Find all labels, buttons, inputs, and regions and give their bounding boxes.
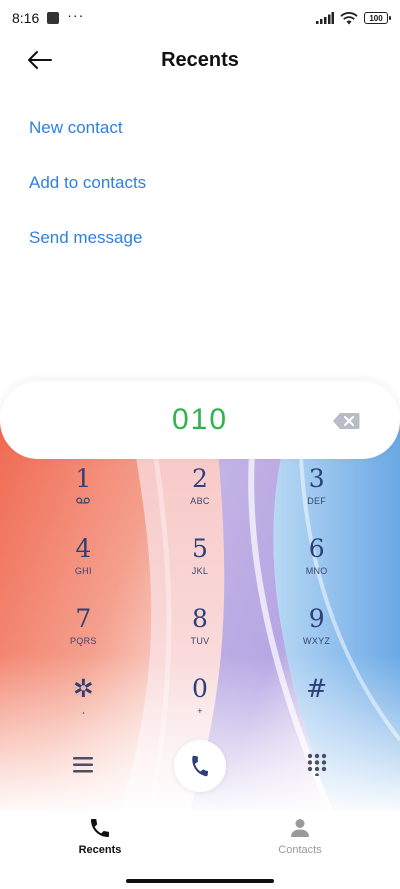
key-digit: 6 — [308, 534, 325, 563]
key-letters: PQRS — [69, 636, 97, 646]
backspace-button[interactable] — [332, 412, 360, 430]
key-7[interactable]: 7 PQRS — [25, 605, 142, 675]
key-6[interactable]: 6 MNO — [258, 535, 375, 605]
dialpad-icon — [307, 753, 327, 777]
number-display: 010 — [0, 381, 400, 459]
wifi-icon — [340, 11, 358, 24]
key-digit: 1 — [75, 464, 92, 493]
tab-label: Recents — [78, 844, 122, 856]
key-digit: # — [306, 674, 328, 703]
key-letters: DEF — [307, 496, 327, 506]
tab-contacts[interactable]: Contacts — [200, 810, 400, 870]
hamburger-icon — [73, 757, 93, 773]
key-digit: 2 — [192, 464, 208, 493]
key-5[interactable]: 5 JKL — [142, 535, 259, 605]
key-8[interactable]: 8 TUV — [142, 605, 259, 675]
key-digit: 4 — [75, 534, 92, 563]
keypad-toggle-button[interactable] — [305, 752, 329, 777]
dialer-controls — [0, 740, 400, 792]
key-letters: ، — [81, 706, 85, 716]
add-to-contacts-link[interactable]: Add to contacts — [29, 165, 146, 220]
call-button[interactable] — [174, 740, 226, 792]
person-icon — [291, 819, 309, 837]
send-message-link[interactable]: Send message — [29, 220, 146, 275]
status-bar: 8:16 ··· 100 — [0, 0, 400, 36]
dialed-number: 010 — [171, 403, 229, 436]
key-3[interactable]: 3 DEF — [258, 465, 375, 535]
action-list: New contact Add to contacts Send message — [29, 110, 146, 275]
key-9[interactable]: 9 WXYZ — [258, 605, 375, 675]
key-digit: 8 — [192, 604, 208, 633]
key-letters: ABC — [190, 496, 210, 506]
key-letters: JKL — [191, 566, 209, 576]
battery-icon: 100 — [364, 12, 391, 24]
key-letters: + — [197, 706, 203, 716]
keypad: 1 2 ABC 3 DEF 4 GHI 5 JKL 6 MNO 7 PQRS 8… — [25, 465, 375, 745]
back-button[interactable] — [22, 44, 58, 76]
key-letters: MNO — [305, 566, 328, 576]
more-notifications-icon: ··· — [67, 7, 85, 23]
key-letters: GHI — [74, 566, 92, 576]
phone-icon — [192, 755, 209, 777]
key-digit: 0 — [192, 674, 208, 703]
tab-recents[interactable]: Recents — [0, 810, 200, 870]
phone-icon — [91, 819, 109, 837]
home-indicator[interactable] — [126, 879, 274, 883]
backspace-icon — [333, 413, 360, 429]
battery-level: 100 — [369, 13, 383, 23]
key-letters: WXYZ — [303, 636, 331, 646]
key-4[interactable]: 4 GHI — [25, 535, 142, 605]
key-digit: 7 — [75, 604, 92, 633]
header: Recents — [0, 36, 400, 84]
signal-icon — [316, 12, 334, 24]
arrow-left-icon — [28, 51, 52, 69]
key-0[interactable]: 0 + — [142, 675, 259, 745]
key-digit: 5 — [192, 534, 208, 563]
tab-bar: Recents Contacts — [0, 810, 400, 870]
key-hash[interactable]: # — [258, 675, 375, 745]
notification-icon — [47, 12, 60, 24]
key-2[interactable]: 2 ABC — [142, 465, 259, 535]
tab-label: Contacts — [278, 844, 322, 856]
menu-button[interactable] — [70, 752, 96, 778]
key-digit: 3 — [308, 464, 325, 493]
new-contact-link[interactable]: New contact — [29, 110, 146, 165]
key-digit: ✲ — [72, 674, 94, 703]
key-digit: 9 — [308, 604, 325, 633]
status-time: 8:16 — [12, 10, 40, 26]
voicemail-icon — [76, 497, 91, 504]
page-title: Recents — [161, 48, 239, 71]
key-1[interactable]: 1 — [25, 465, 142, 535]
key-letters: TUV — [190, 636, 210, 646]
key-star[interactable]: ✲ ، — [25, 675, 142, 745]
